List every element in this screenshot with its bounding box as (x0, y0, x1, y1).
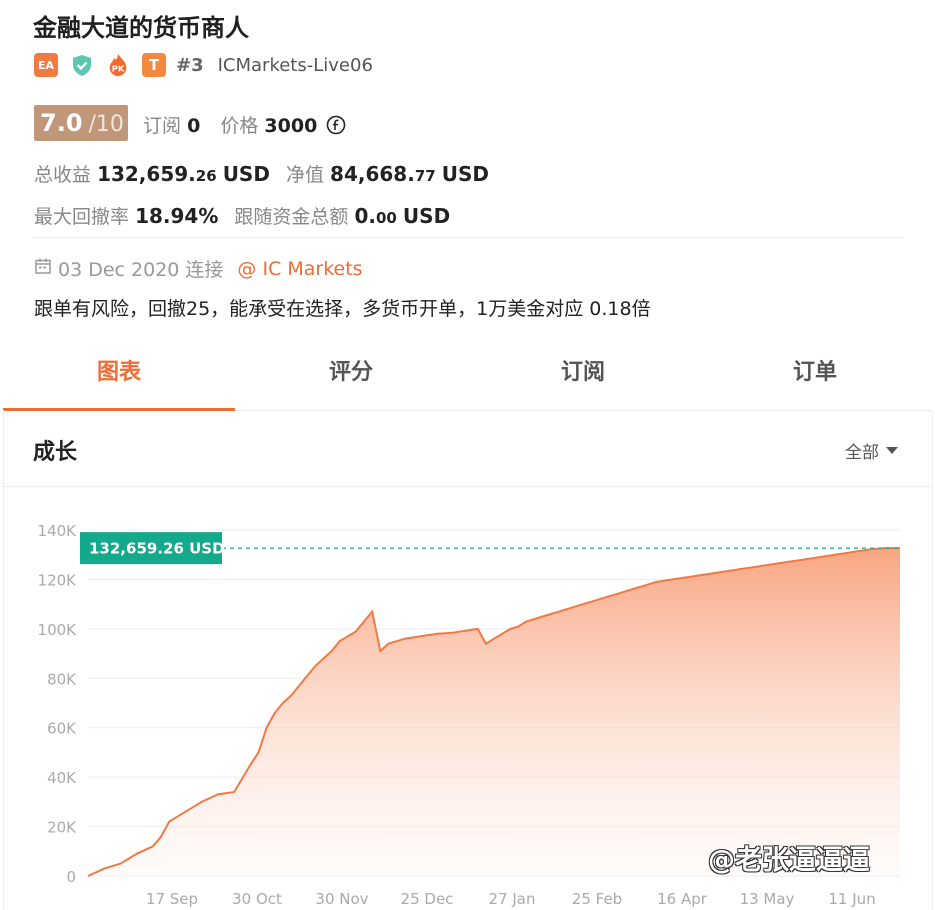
x-tick-label: 27 Jan (489, 890, 536, 908)
range-filter-dropdown[interactable]: 全部 (845, 438, 898, 463)
x-tick-label: 30 Oct (232, 890, 282, 908)
current-value-tag: 132,659.26 USD (80, 532, 225, 565)
price-value: 3000 (264, 115, 318, 137)
range-filter-label: 全部 (845, 443, 879, 463)
score-badge: 7.0 /10 (34, 105, 128, 141)
growth-title: 成长 (33, 440, 78, 465)
y-tick-label: 60K (47, 720, 77, 738)
watermark: @老张逼逼逼 (708, 845, 870, 876)
y-tick-label: 40K (47, 769, 77, 787)
connect-date-row: 03 Dec 2020 连接 @ IC Markets (34, 255, 363, 282)
t-badge-icon: T (142, 53, 166, 77)
tab-rating[interactable]: 评分 (235, 340, 467, 410)
x-tick-label: 13 May (740, 890, 795, 908)
currency-coin-icon (326, 115, 346, 140)
strategy-description: 跟单有风险，回撤25，能承受在选择，多货币开单，1万美金对应 0.18倍 (34, 298, 651, 320)
x-tick-label: 25 Feb (572, 890, 622, 908)
max-drawdown-value: 18.94% (135, 204, 219, 228)
growth-area (88, 548, 900, 876)
broker-server: ICMarkets-Live06 (217, 54, 373, 76)
tab-bar: 图表 评分 订阅 订单 (3, 340, 931, 411)
tab-orders[interactable]: 订单 (699, 340, 931, 410)
y-tick-label: 80K (47, 670, 77, 688)
y-tick-label: 20K (47, 819, 77, 837)
score-denominator: /10 (88, 112, 124, 137)
total-profit-int: 132,659. (97, 162, 196, 186)
price-label: 价格 (220, 115, 259, 137)
subscribe-price-row: 订阅 0 价格 3000 (143, 111, 346, 140)
y-tick-label: 0 (66, 868, 76, 886)
equity-unit: USD (441, 162, 489, 186)
badge-row: EA PK T #3 ICMarkets-Live06 (34, 52, 373, 78)
caret-down-icon (886, 447, 898, 454)
x-tick-label: 25 Dec (401, 890, 454, 908)
equity-dec: 77 (414, 167, 436, 185)
tab-chart[interactable]: 图表 (3, 340, 235, 411)
y-tick-label: 120K (38, 571, 78, 589)
follow-total-unit: USD (402, 204, 451, 228)
total-profit-label: 总收益 (34, 164, 92, 186)
total-profit-dec: 26 (195, 167, 217, 185)
pk-flame-icon: PK (106, 53, 130, 77)
calendar-icon (34, 257, 52, 280)
tab-subscribe[interactable]: 订阅 (467, 340, 699, 410)
pk-label: PK (112, 63, 125, 73)
page-title: 金融大道的货币商人 (33, 14, 249, 42)
x-tick-label: 30 Nov (315, 890, 368, 908)
follow-total-label: 跟随资金总额 (234, 206, 349, 228)
connect-date: 03 Dec 2020 连接 (58, 259, 224, 281)
y-tick-label: 100K (38, 621, 78, 639)
x-tick-label: 16 Apr (657, 890, 708, 908)
verified-shield-icon (70, 53, 94, 77)
ea-badge-icon: EA (34, 53, 58, 77)
info-divider (33, 237, 903, 238)
max-drawdown-label: 最大回撤率 (34, 206, 130, 228)
score-value: 7.0 (40, 109, 83, 137)
equity-int: 84,668. (330, 162, 415, 186)
total-profit-unit: USD (222, 162, 270, 186)
follow-total-dec: 00 (376, 209, 397, 227)
broker-link[interactable]: @ IC Markets (237, 258, 362, 280)
current-value-label: 132,659.26 USD (89, 540, 225, 558)
y-tick-label: 140K (38, 522, 78, 540)
drawdown-follow-row: 最大回撤率 18.94% 跟随资金总额 0.00 USD (34, 202, 450, 229)
rank-label: #3 (176, 54, 204, 76)
follow-total-int: 0. (354, 204, 376, 228)
profit-equity-row: 总收益 132,659.26 USD 净值 84,668.77 USD (34, 160, 489, 187)
subscribe-label: 订阅 (143, 115, 182, 137)
x-tick-label: 11 Jun (828, 890, 875, 908)
x-tick-label: 17 Sep (146, 890, 198, 908)
subscribe-count: 0 (187, 115, 201, 137)
equity-label: 净值 (285, 164, 324, 186)
